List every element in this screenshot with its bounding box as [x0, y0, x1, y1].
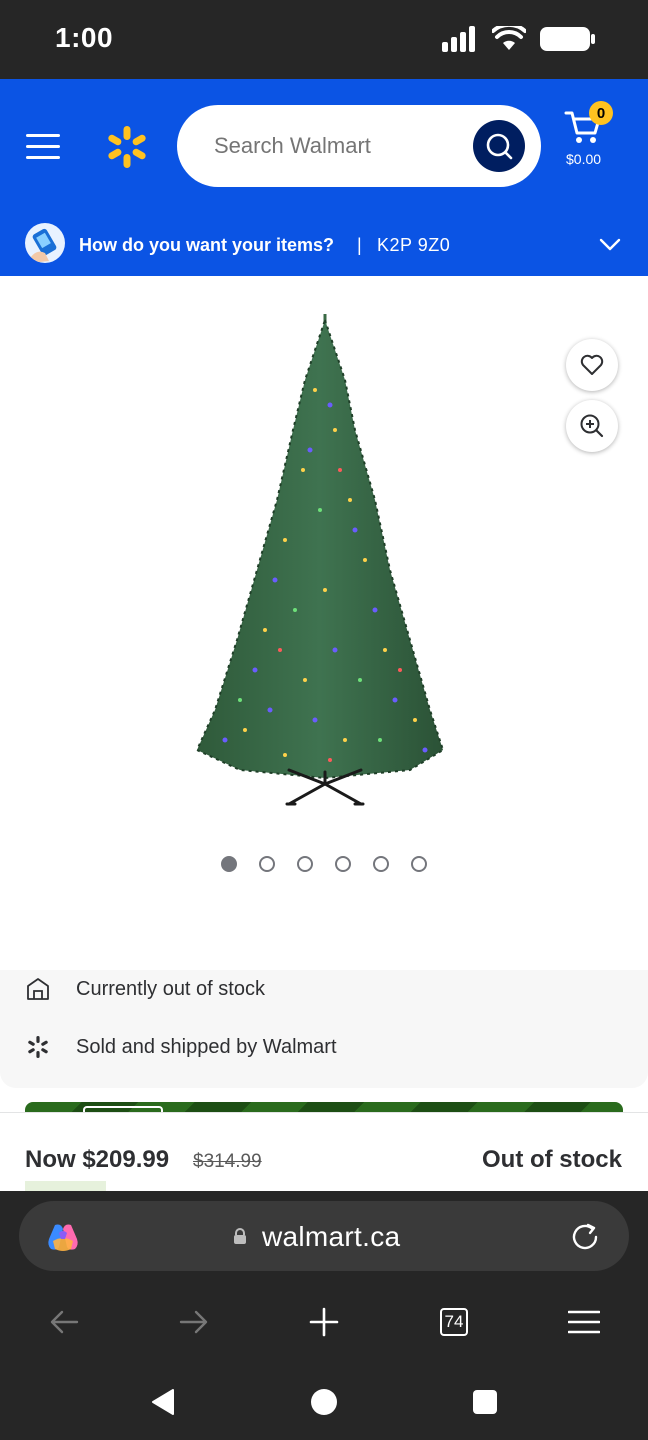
store-icon [27, 978, 49, 1000]
url-text[interactable]: walmart.ca [262, 1221, 400, 1253]
lock-icon [234, 1228, 246, 1244]
site-header: 0 $0.00 How do you want your items? | K2… [0, 79, 648, 276]
delivery-question: How do you want your items? [79, 235, 335, 255]
recents-square-icon[interactable] [471, 1388, 499, 1416]
walmart-spark-icon [108, 126, 146, 168]
wifi-icon [492, 26, 526, 50]
delivery-phone-icon [31, 228, 57, 263]
fulfillment-info-card: Currently out of stock Sold and shipped … [0, 970, 648, 1088]
signal-icon [442, 26, 475, 52]
zoom-button[interactable] [566, 400, 618, 452]
copilot-icon[interactable] [45, 1219, 81, 1255]
carousel-dot[interactable] [297, 856, 313, 872]
reload-icon[interactable] [568, 1220, 602, 1254]
hamburger-icon [568, 1310, 600, 1334]
carousel-dot[interactable] [259, 856, 275, 872]
stock-info-row: Currently out of stock [0, 970, 648, 1010]
delivery-selector[interactable]: How do you want your items? | K2P 9Z0 [0, 217, 648, 276]
heart-icon [580, 354, 604, 375]
original-price: $314.99 [193, 1151, 262, 1172]
search-button[interactable] [473, 120, 525, 172]
product-image[interactable] [185, 310, 465, 810]
search-icon [486, 133, 513, 160]
home-circle-icon[interactable] [310, 1388, 338, 1416]
forward-button[interactable] [177, 1305, 211, 1339]
favorite-button[interactable] [566, 339, 618, 391]
seller-info-row: Sold and shipped by Walmart [0, 1028, 648, 1068]
battery-icon [540, 27, 595, 51]
browser-menu-button[interactable] [567, 1305, 601, 1339]
seller-info-text: Sold and shipped by Walmart [76, 1036, 337, 1058]
new-tab-button[interactable] [307, 1305, 341, 1339]
stock-status: Out of stock [481, 1146, 622, 1173]
back-button[interactable] [47, 1305, 81, 1339]
carousel-dot[interactable] [411, 856, 427, 872]
browser-toolbar: 74 [0, 1287, 648, 1360]
arrow-left-icon [50, 1310, 79, 1334]
back-triangle-icon[interactable] [149, 1388, 177, 1416]
current-price: Now $209.99 [25, 1146, 170, 1173]
cart-total: $0.00 [566, 151, 602, 167]
arrow-right-icon [179, 1310, 208, 1334]
status-icons [442, 26, 596, 52]
delivery-avatar [25, 223, 65, 263]
delivery-postal-code: K2P 9Z0 [377, 235, 451, 255]
browser-address-bar: walmart.ca [0, 1191, 648, 1287]
tab-count: 74 [440, 1308, 468, 1336]
system-navigation-bar [0, 1360, 648, 1440]
carousel-dot[interactable] [221, 856, 237, 872]
carousel-dots [221, 856, 427, 872]
search-box[interactable] [177, 105, 541, 187]
tabs-button[interactable]: 74 [437, 1305, 471, 1339]
url-pill[interactable]: walmart.ca [19, 1201, 629, 1271]
price-bar: Now $209.99 $314.99 Out of stock [0, 1112, 648, 1192]
walmart-logo[interactable] [103, 123, 151, 171]
plus-icon [309, 1307, 339, 1337]
chevron-down-icon[interactable] [598, 233, 622, 257]
menu-button[interactable] [24, 131, 64, 163]
status-bar: 1:00 [0, 0, 648, 79]
search-input[interactable] [214, 133, 464, 159]
zoom-in-icon [580, 414, 604, 438]
cart-count-badge: 0 [589, 101, 613, 125]
stock-info-text: Currently out of stock [76, 978, 265, 1000]
status-time: 1:00 [55, 22, 114, 53]
delivery-separator: | [357, 235, 362, 255]
hamburger-icon [26, 134, 60, 159]
cart-button[interactable]: 0 $0.00 [562, 101, 628, 171]
walmart-spark-icon [28, 1036, 48, 1058]
carousel-dot[interactable] [373, 856, 389, 872]
carousel-dot[interactable] [335, 856, 351, 872]
